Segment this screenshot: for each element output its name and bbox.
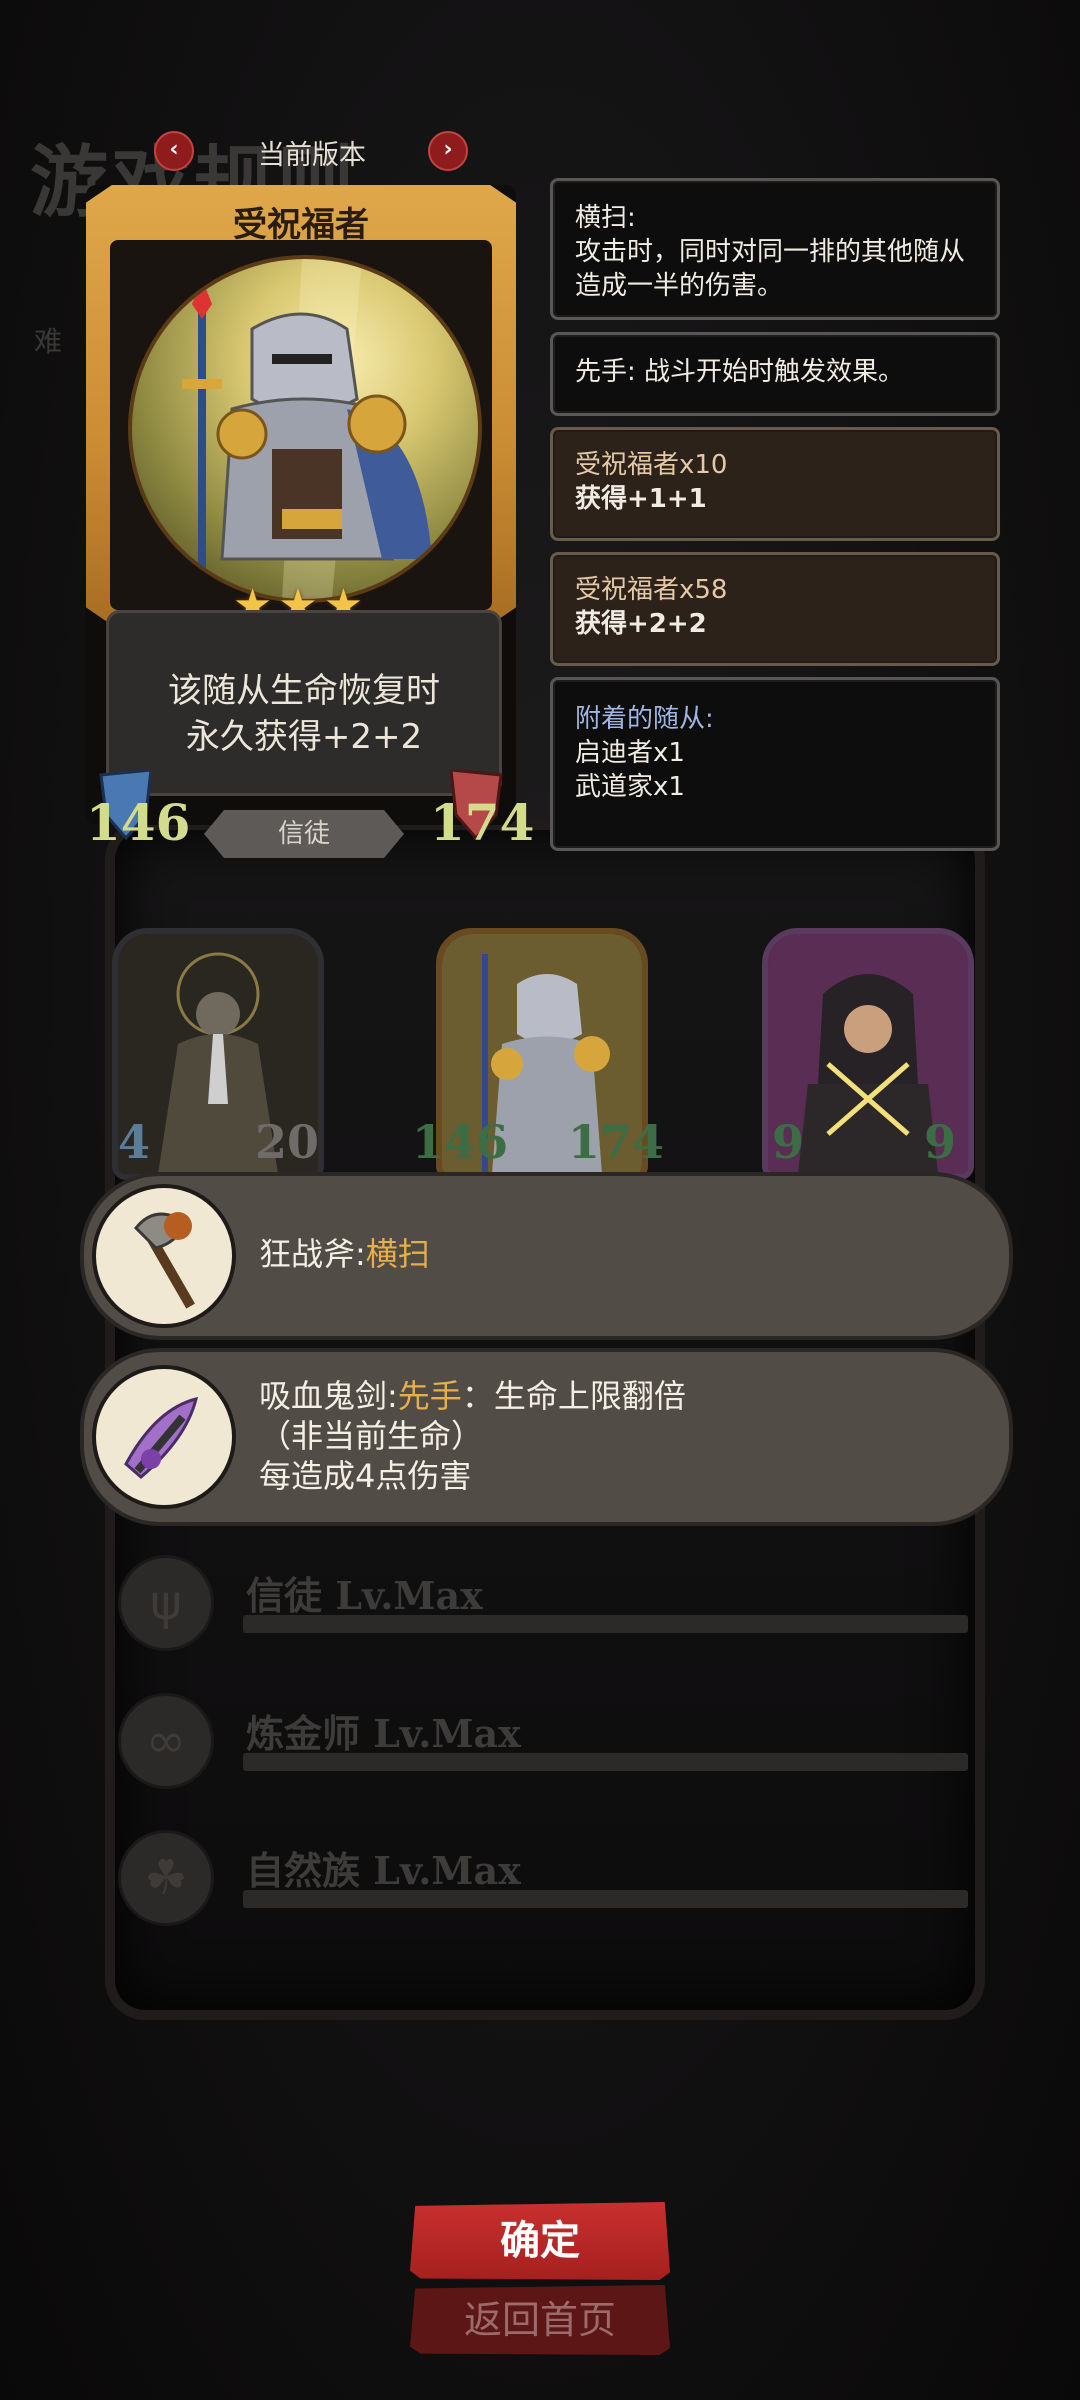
tribe-nature-bar <box>243 1890 968 1908</box>
confirm-button[interactable]: 确定 <box>410 2202 670 2280</box>
version-label: 当前版本 <box>258 140 366 171</box>
bonus-x58-box: 受祝福者x58 获得+2+2 <box>550 552 1000 666</box>
axe-icon <box>92 1184 236 1328</box>
tribe-row-nature: ☘ 自然族 Lv.Max <box>118 1830 978 1926</box>
bonus-x58-body: 获得+2+2 <box>575 609 707 639</box>
knight-portrait <box>128 255 482 603</box>
attack-value: 146 <box>86 793 191 852</box>
bonus-x10-title: 受祝福者x10 <box>575 450 728 480</box>
background-side-text: 难 <box>34 325 63 358</box>
hero-detail-card: 受祝福者 ★★★ 该随从生命恢复时 永久获得+2+2 146 信徒 174 <box>86 185 534 858</box>
tribe-alchemist-name: 炼金师 Lv.Max <box>246 1711 521 1756</box>
vampire-sword-icon <box>92 1365 236 1509</box>
card-description-line1: 该随从生命恢复时 <box>168 671 440 711</box>
keyword-first-strike-box: 先手: 战斗开始时触发效果。 <box>550 332 1000 416</box>
equipment-axe-keyword: 横扫 <box>365 1235 430 1273</box>
nature-icon: ☘ <box>118 1830 214 1926</box>
tribe-believer-name: 信徒 Lv.Max <box>246 1573 483 1618</box>
return-home-button[interactable]: 返回首页 <box>410 2285 670 2355</box>
alchemy-icon: ∞ <box>118 1693 214 1789</box>
tribe-row-alchemist: ∞ 炼金师 Lv.Max <box>118 1693 978 1789</box>
tribe-alchemist-bar <box>243 1753 968 1771</box>
tribe-nature-name: 自然族 Lv.Max <box>246 1848 521 1893</box>
attached-minion-2: 武道家x1 <box>575 772 685 802</box>
minion-2-attack: 146 <box>412 1115 509 1169</box>
health-value: 174 <box>430 793 535 852</box>
equipment-row-axe[interactable]: 狂战斧:横扫 <box>80 1172 1013 1340</box>
equipment-sword-text: 吸血鬼剑:先手：生命上限翻倍 （非当前生命） 每造成4点伤害 <box>259 1376 686 1496</box>
keyword-sweep-box: 横扫: 攻击时，同时对同一排的其他随从造成一半的伤害。 <box>550 178 1000 320</box>
card-name: 受祝福者 <box>233 205 369 245</box>
previous-version-button[interactable]: ‹ <box>154 131 194 171</box>
equipment-axe-text: 狂战斧:横扫 <box>259 1234 430 1274</box>
minion-2-health: 174 <box>568 1115 665 1169</box>
tribe-banner: 信徒 <box>204 810 404 858</box>
attached-minion-1: 启迪者x1 <box>575 738 685 768</box>
card-description-box: 该随从生命恢复时 永久获得+2+2 <box>106 610 502 796</box>
bonus-x10-box: 受祝福者x10 获得+1+1 <box>550 427 1000 541</box>
minion-1-health: 20 <box>255 1115 320 1169</box>
minion-1-attack: 4 <box>118 1115 151 1169</box>
equipment-sword-line3: 每造成4点伤害 <box>259 1457 472 1495</box>
minion-3-health: 9 <box>924 1115 957 1169</box>
tribe-row-believer: ψ 信徒 Lv.Max <box>118 1555 978 1651</box>
equipment-row-vampire-sword[interactable]: 吸血鬼剑:先手：生命上限翻倍 （非当前生命） 每造成4点伤害 <box>80 1348 1013 1526</box>
keyword-sweep-body: 攻击时，同时对同一排的其他随从造成一半的伤害。 <box>575 237 966 301</box>
keyword-first-strike-text: 先手: 战斗开始时触发效果。 <box>575 357 905 387</box>
keyword-sweep-title: 横扫: <box>575 203 636 233</box>
bonus-x58-title: 受祝福者x58 <box>575 575 728 605</box>
attached-minions-title: 附着的随从: <box>575 704 714 734</box>
attached-minions-box: 附着的随从: 启迪者x1 武道家x1 <box>550 677 1000 851</box>
equipment-axe-name: 狂战斧: <box>259 1235 366 1273</box>
pray-icon: ψ <box>118 1555 214 1651</box>
version-switcher: ‹ 当前版本 › <box>150 125 470 173</box>
equipment-sword-name: 吸血鬼剑: <box>259 1377 398 1415</box>
card-description-line2: 永久获得+2+2 <box>185 717 423 757</box>
equipment-sword-effect: ：生命上限翻倍 <box>461 1377 686 1415</box>
equipment-sword-line2: （非当前生命） <box>259 1417 484 1455</box>
tribe-believer-bar <box>243 1615 968 1633</box>
equipment-sword-keyword: 先手 <box>397 1377 462 1415</box>
minion-3-attack: 9 <box>772 1115 805 1169</box>
next-version-button[interactable]: › <box>428 131 468 171</box>
bonus-x10-body: 获得+1+1 <box>575 484 707 514</box>
